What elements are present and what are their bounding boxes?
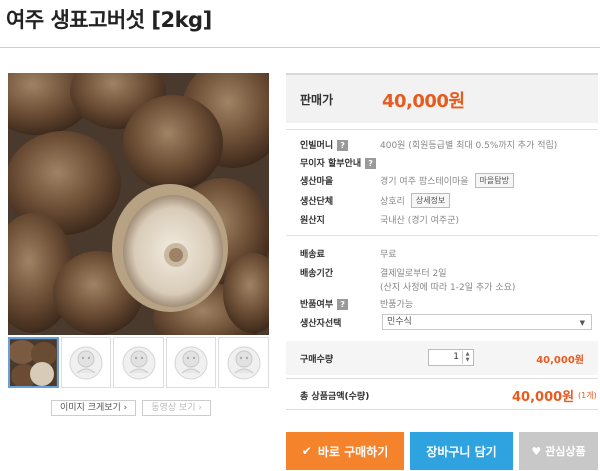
village-row: 생산마을 경기 여주 팜스테이마을 마을탐방 xyxy=(300,172,514,188)
total-value: 40,000원 xyxy=(512,390,575,405)
producer-label: 생산자선택 xyxy=(300,318,342,329)
image-buttons: 이미지 크게보기 › 동영상 보기 › xyxy=(51,400,212,416)
thumbnail-strip xyxy=(8,337,269,389)
producer-row: 생산자선택 xyxy=(300,314,380,330)
thumbnail-3[interactable] xyxy=(113,337,164,388)
thumbnail-5[interactable] xyxy=(218,337,269,388)
divider xyxy=(286,129,598,130)
title-bar: 여주 생표고버섯 [2kg] xyxy=(0,0,600,48)
mileage-row: 인빌머니? 400원 (회원등급별 최대 0.5%까지 추가 적립) xyxy=(300,136,557,152)
returns-row: 반품여부? 반품가능 xyxy=(300,295,413,311)
shipping-period-value: 결제일로부터 2일 xyxy=(380,268,447,279)
quantity-box: 구매수량 1 ▲ ▼ 40,000원 xyxy=(286,341,598,375)
product-info-panel: 판매가 40,000원 xyxy=(286,73,598,123)
village-label: 생산마을 xyxy=(300,176,334,187)
wishlist-button[interactable]: ♥ 관심상품 xyxy=(519,432,598,470)
line-price: 40,000원 xyxy=(536,355,584,366)
village-value: 경기 여주 팜스테이마을 xyxy=(380,176,469,187)
shipping-period-note-row: (산지 사정에 따라 1-2일 추가 소요) xyxy=(380,278,515,294)
village-tour-button[interactable]: 마을탐방 xyxy=(474,172,514,188)
help-icon[interactable]: ? xyxy=(337,298,349,310)
total-label: 총 상품금액(수량) xyxy=(300,392,370,402)
chevron-down-icon: ▼ xyxy=(579,319,585,327)
divider xyxy=(286,235,598,236)
thumbnail-4[interactable] xyxy=(165,337,217,388)
mileage-label: 인빌머니 xyxy=(300,140,334,151)
shipping-period-label: 배송기간 xyxy=(300,268,334,279)
page-title: 여주 생표고버섯 [2kg] xyxy=(6,8,212,32)
mushroom-photo xyxy=(8,73,269,335)
placeholder-mascot-icon xyxy=(122,346,155,379)
video-button[interactable]: 동영상 보기 › xyxy=(142,400,212,416)
product-main-image[interactable] xyxy=(8,73,269,335)
quantity-stepper[interactable]: 1 ▲ ▼ xyxy=(428,349,474,366)
group-value: 상호리 xyxy=(380,196,405,207)
placeholder-mascot-icon xyxy=(227,346,261,379)
returns-value: 반품가능 xyxy=(380,299,414,310)
add-to-cart-button[interactable]: 장바구니 담기 xyxy=(410,432,513,470)
origin-label: 원산지 xyxy=(300,215,325,226)
shipping-fee-label: 배송료 xyxy=(300,249,325,260)
shipping-fee-row: 배송료 무료 xyxy=(300,245,397,261)
help-icon[interactable]: ? xyxy=(337,139,349,151)
placeholder-mascot-icon xyxy=(174,346,208,379)
group-detail-button[interactable]: 상세정보 xyxy=(410,192,451,208)
mushroom-thumbnail-image xyxy=(10,339,57,386)
heart-icon: ♥ xyxy=(531,444,542,458)
group-label: 생산단체 xyxy=(300,196,334,207)
check-icon: ✔ xyxy=(301,444,312,458)
producer-selected-value: 민수식 xyxy=(387,317,412,327)
zoom-image-button[interactable]: 이미지 크게보기 › xyxy=(51,400,137,416)
total-count: (1개) xyxy=(578,391,597,400)
buy-now-label: 바로 구매하기 xyxy=(317,444,389,459)
stepper-arrows[interactable]: ▲ ▼ xyxy=(462,351,472,364)
wishlist-label: 관심상품 xyxy=(545,445,586,458)
add-to-cart-label: 장바구니 담기 xyxy=(426,444,497,459)
origin-value: 국내산 (경기 여주군) xyxy=(380,215,459,226)
placeholder-mascot-icon xyxy=(69,346,103,379)
price-value: 40,000원 xyxy=(382,91,465,112)
quantity-label: 구매수량 xyxy=(300,355,334,365)
thumbnail-2[interactable] xyxy=(60,337,112,388)
price-label: 판매가 xyxy=(300,93,334,107)
origin-row: 원산지 국내산 (경기 여주군) xyxy=(300,211,459,227)
installment-label: 무이자 할부안내 xyxy=(300,158,362,169)
buy-now-button[interactable]: ✔ 바로 구매하기 xyxy=(286,432,404,470)
quantity-value: 1 xyxy=(453,352,459,362)
shipping-fee-value: 무료 xyxy=(380,249,397,260)
returns-label: 반품여부 xyxy=(300,299,334,310)
installment-row: 무이자 할부안내? xyxy=(300,154,377,170)
help-icon[interactable]: ? xyxy=(365,157,377,169)
group-row: 생산단체 상호리 상세정보 xyxy=(300,192,451,208)
mileage-value: 400원 (회원등급별 최대 0.5%까지 추가 적립) xyxy=(380,140,558,151)
price-box: 판매가 40,000원 xyxy=(286,73,598,123)
thumbnail-1[interactable] xyxy=(8,337,59,388)
total-box: 총 상품금액(수량) 40,000원 (1개) xyxy=(286,378,598,410)
shipping-period-note: (산지 사정에 따라 1-2일 추가 소요) xyxy=(380,282,516,293)
producer-select[interactable]: 민수식 ▼ xyxy=(382,314,592,330)
